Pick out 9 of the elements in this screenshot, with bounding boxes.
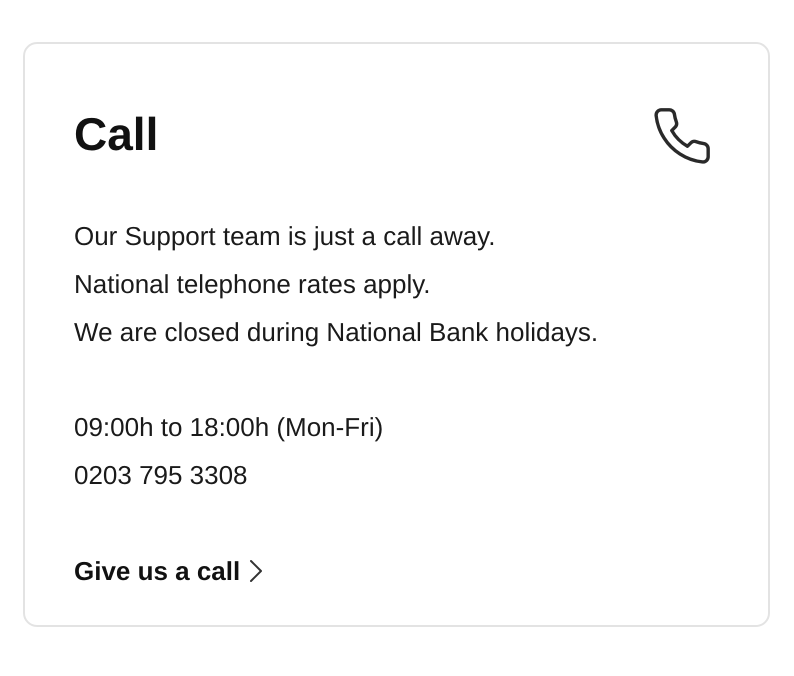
- description-text: We are closed during National Bank holidays.: [74, 316, 598, 349]
- card-title: Call: [74, 111, 158, 157]
- phone-icon: [654, 108, 710, 164]
- description-text: National telephone rates apply.: [74, 268, 431, 301]
- give-us-a-call-link[interactable]: Give us a call: [74, 547, 264, 595]
- chevron-right-icon: [249, 559, 264, 583]
- description-text: Our Support team is just a call away.: [74, 220, 496, 253]
- phone-number-text: 0203 795 3308: [74, 459, 248, 492]
- opening-hours-text: 09:00h to 18:00h (Mon-Fri): [74, 411, 384, 444]
